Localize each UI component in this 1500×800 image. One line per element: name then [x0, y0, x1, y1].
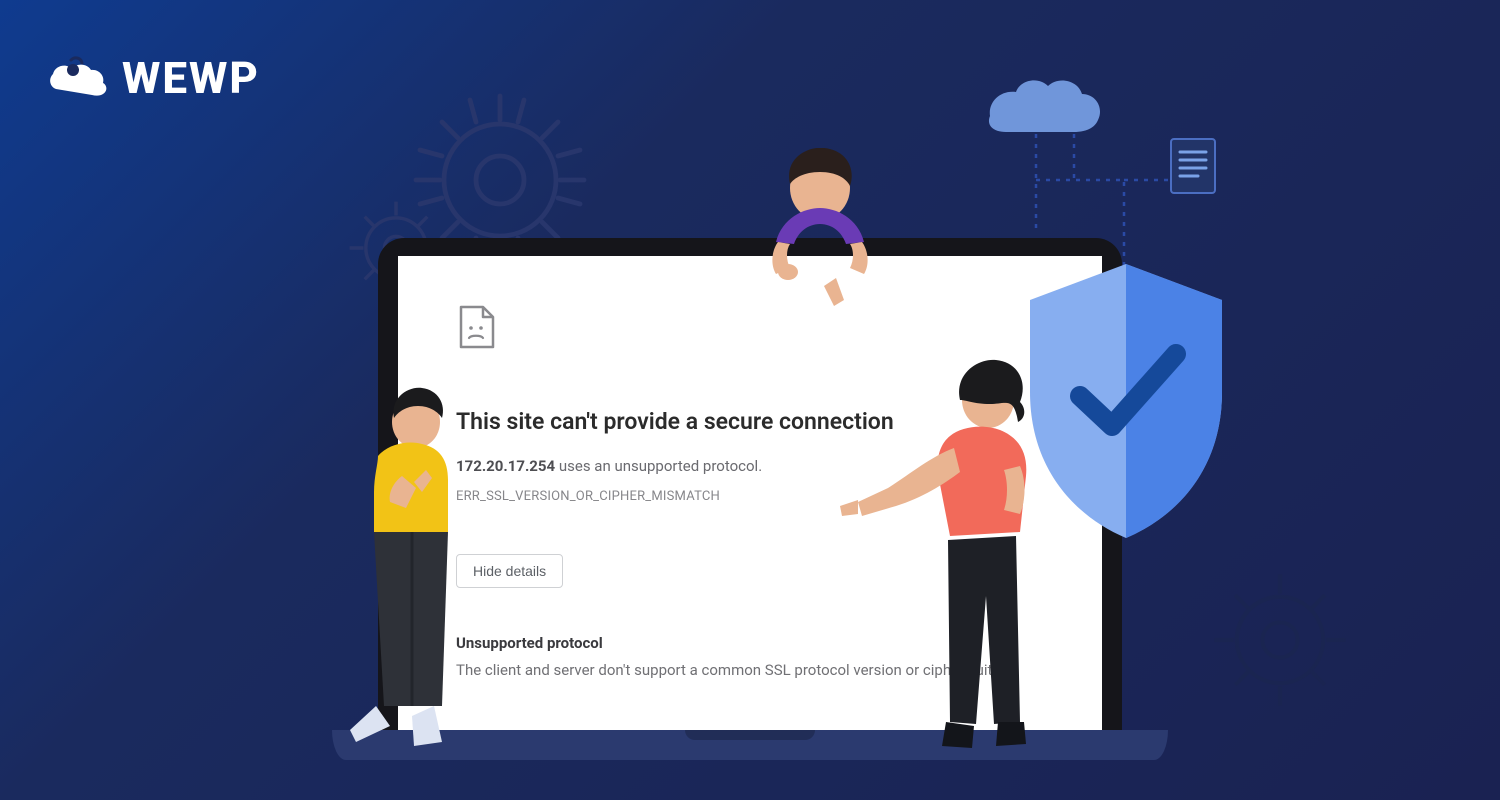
error-ip-suffix: uses an unsupported protocol.	[559, 457, 762, 475]
brand-mark-icon	[48, 55, 110, 101]
document-icon	[1170, 138, 1216, 194]
laptop-notch	[685, 730, 815, 740]
gear-icon	[1200, 560, 1360, 720]
brand-name: WEWP	[122, 52, 260, 104]
illustration-person-right	[838, 358, 1084, 762]
brand-logo: WEWP	[48, 52, 260, 104]
illustration-person-top	[720, 148, 920, 318]
illustration-person-left	[324, 386, 476, 766]
